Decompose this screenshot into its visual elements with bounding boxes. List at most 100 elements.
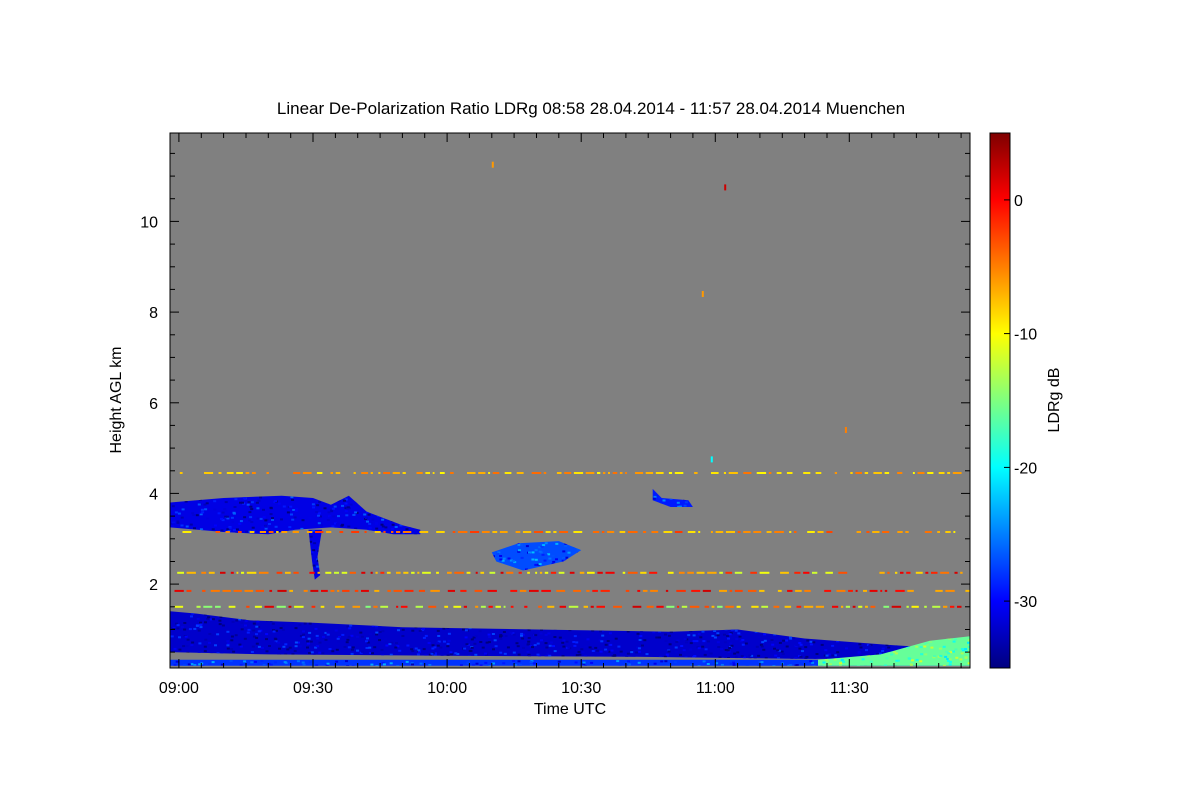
echo-mark (597, 472, 601, 474)
echo-mark (500, 571, 504, 574)
pixel (216, 617, 220, 620)
pixel (557, 660, 561, 663)
pixel (273, 641, 277, 644)
pixel (815, 653, 819, 655)
echo-mark (869, 589, 878, 592)
pixel (312, 506, 315, 509)
pixel (381, 525, 385, 528)
echo-mark (906, 605, 909, 608)
echo-mark (852, 605, 856, 608)
pixel (520, 556, 524, 559)
echo-mark (935, 589, 943, 592)
pixel (436, 629, 440, 632)
pixel (520, 634, 523, 637)
pixel (538, 550, 542, 553)
echo-mark (645, 472, 654, 474)
pixel (303, 622, 307, 625)
pixel (391, 527, 395, 530)
pixel (865, 649, 868, 652)
echo-mark (627, 531, 638, 533)
pixel (512, 633, 516, 636)
pixel (443, 640, 446, 643)
pixel (707, 640, 710, 643)
pixel (216, 633, 220, 636)
pixel (335, 648, 339, 651)
echo-mark (940, 571, 950, 574)
pixel (260, 646, 264, 649)
pixel (637, 661, 641, 664)
pixel (327, 511, 331, 514)
echo-mark (487, 589, 497, 592)
pixel (192, 514, 196, 516)
pixel (499, 558, 503, 561)
pixel (326, 631, 330, 634)
echo-mark (309, 571, 315, 574)
echo-mark (717, 605, 723, 608)
point-3 (844, 427, 847, 433)
echo-mark (186, 571, 196, 574)
echo-mark (228, 605, 236, 608)
pixel (484, 652, 487, 655)
pixel (496, 552, 500, 555)
pixel (577, 650, 581, 653)
echo-mark (815, 605, 824, 608)
pixel (225, 515, 229, 518)
echo-mark (650, 589, 658, 592)
pixel (308, 517, 312, 519)
pixel (365, 640, 368, 643)
pixel (411, 650, 415, 653)
pixel (401, 628, 405, 631)
echo-mark (236, 472, 243, 474)
echo-mark (349, 571, 356, 574)
x-tick-label: 09:00 (159, 680, 199, 697)
pixel (723, 633, 726, 636)
pixel (636, 632, 640, 635)
pixel (890, 653, 894, 656)
pixel (373, 646, 377, 649)
pixel (368, 522, 372, 525)
pixel (544, 554, 548, 557)
pixel (683, 504, 687, 507)
pixel (729, 662, 733, 665)
pixel (809, 660, 813, 663)
pixel (637, 650, 641, 653)
pixel (895, 659, 899, 662)
pixel (274, 638, 278, 641)
pixel (244, 624, 247, 627)
echo-mark (573, 472, 584, 474)
pixel (726, 635, 730, 637)
pixel (522, 646, 525, 649)
pixel (527, 640, 531, 643)
pixel (466, 661, 470, 664)
echo-mark (556, 472, 562, 474)
echo-mark (592, 589, 598, 592)
pixel (573, 644, 577, 647)
pixel (405, 528, 409, 531)
pixel (288, 526, 292, 529)
pixel (346, 506, 350, 509)
pixel (919, 646, 923, 649)
echo-mark (796, 605, 802, 608)
pixel (801, 650, 804, 653)
pixel (543, 559, 547, 562)
echo-mark (393, 589, 402, 592)
pixel (785, 645, 789, 648)
echo-mark (503, 605, 506, 608)
pixel (250, 651, 254, 653)
pixel (294, 641, 298, 644)
echo-mark (519, 589, 527, 592)
echo-mark (522, 531, 532, 533)
echo-mark (488, 605, 493, 608)
pixel (401, 635, 405, 637)
pixel (954, 648, 958, 651)
pixel (190, 663, 194, 666)
echo-mark (281, 531, 288, 533)
echo-mark (725, 571, 733, 574)
pixel (318, 501, 322, 504)
pixel (960, 652, 964, 655)
pixel (182, 645, 186, 648)
pixel (830, 642, 834, 645)
pixel (188, 628, 192, 631)
echo-mark (834, 472, 837, 474)
pixel (346, 625, 350, 628)
